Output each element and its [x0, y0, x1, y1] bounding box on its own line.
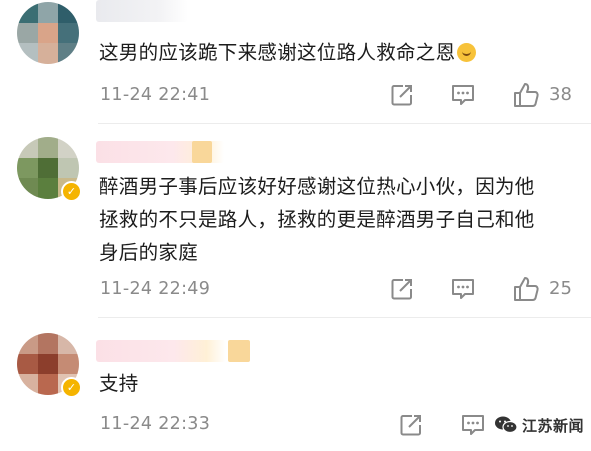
verified-badge-icon: ✓ — [61, 181, 82, 202]
reply-comment-icon[interactable] — [450, 276, 476, 302]
reply-comment-icon[interactable] — [460, 412, 486, 438]
divider — [98, 123, 591, 124]
user-badge-icon — [192, 141, 212, 163]
divider — [98, 317, 591, 318]
username[interactable] — [96, 0, 188, 22]
wechat-logo-icon — [495, 416, 518, 434]
user-badge-icon — [228, 340, 250, 362]
like-count: 25 — [549, 278, 572, 299]
comment-time: 11-24 22:49 — [100, 279, 211, 299]
reply-comment-icon[interactable] — [450, 82, 476, 108]
username[interactable] — [96, 340, 226, 362]
verified-badge-icon: ✓ — [61, 377, 82, 398]
comment-1: 这男的应该跪下来感谢这位路人救命之恩 11-24 22:41 38 — [0, 0, 591, 122]
comment-text: 醉酒男子事后应该好好感谢这位热心小伙，因为他 拯救的不只是路人，拯救的更是醉酒男… — [99, 175, 535, 264]
watermark-text: 江苏新闻 — [522, 416, 585, 435]
share-icon[interactable] — [389, 82, 415, 108]
watermark: 江苏新闻 — [494, 412, 584, 438]
comment-time: 11-24 22:41 — [100, 85, 211, 105]
avatar[interactable] — [17, 2, 79, 64]
comment-text: 这男的应该跪下来感谢这位路人救命之恩 — [99, 36, 569, 69]
like-count: 38 — [549, 84, 572, 105]
comment-time: 11-24 22:33 — [100, 414, 211, 434]
thumbs-up-icon[interactable] — [512, 275, 540, 303]
comment-text: 支持 — [99, 372, 139, 395]
share-icon[interactable] — [398, 412, 424, 438]
dog-face-emoji-icon — [457, 43, 477, 62]
thumbs-up-icon[interactable] — [512, 81, 540, 109]
share-icon[interactable] — [389, 276, 415, 302]
